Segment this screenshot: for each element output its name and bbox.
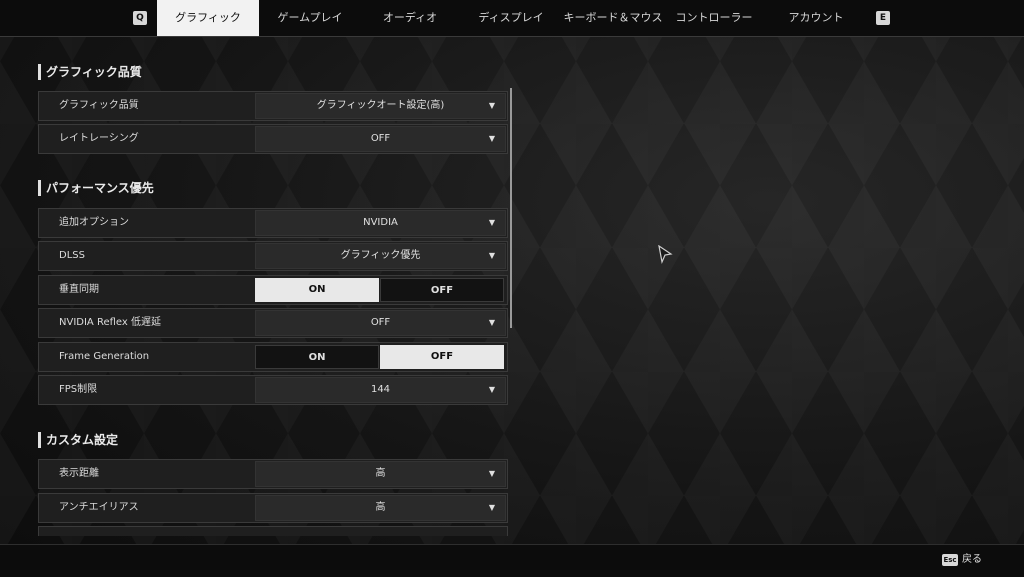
setting-label: FPS制限 bbox=[59, 384, 98, 395]
settings-scrollbar[interactable] bbox=[510, 88, 512, 328]
settings-panel: グラフィック品質 グラフィック品質 グラフィックオート設定(高) ▼ レイトレー… bbox=[28, 48, 514, 536]
setting-row-graphics-quality[interactable]: グラフィック品質 グラフィックオート設定(高) ▼ bbox=[38, 91, 508, 121]
extra-options-dropdown[interactable]: NVIDIA ▼ bbox=[255, 210, 506, 236]
next-tab-key-hint: E bbox=[876, 11, 890, 25]
esc-key-hint: Esc bbox=[942, 554, 958, 566]
tab-display[interactable]: ディスプレイ bbox=[463, 0, 559, 36]
setting-label: レイトレーシング bbox=[59, 133, 139, 144]
dropdown-value: NVIDIA bbox=[363, 217, 398, 228]
dropdown-value: 高 bbox=[375, 502, 386, 513]
mouse-cursor-icon bbox=[658, 245, 673, 265]
fps-limit-dropdown[interactable]: 144 ▼ bbox=[255, 377, 506, 403]
tab-controller[interactable]: コントローラー bbox=[666, 0, 762, 36]
top-tab-bar: Q グラフィック ゲームプレイ オーディオ ディスプレイ キーボード＆マウス コ… bbox=[0, 0, 1024, 37]
caret-down-icon: ▼ bbox=[488, 218, 495, 227]
setting-row-extra-options[interactable]: 追加オプション NVIDIA ▼ bbox=[38, 208, 508, 238]
setting-row-anti-aliasing[interactable]: アンチエイリアス 高 ▼ bbox=[38, 493, 508, 523]
anti-aliasing-dropdown[interactable]: 高 ▼ bbox=[255, 495, 506, 521]
setting-row-fps-limit[interactable]: FPS制限 144 ▼ bbox=[38, 375, 508, 405]
tab-audio[interactable]: オーディオ bbox=[362, 0, 458, 36]
dropdown-value: グラフィックオート設定(高) bbox=[316, 100, 445, 111]
bottom-bar bbox=[0, 544, 1024, 577]
vsync-off-button[interactable]: OFF bbox=[380, 278, 504, 302]
setting-row-frame-generation[interactable]: Frame Generation ON OFF bbox=[38, 342, 508, 372]
frame-generation-off-button[interactable]: OFF bbox=[380, 345, 504, 369]
prev-tab-key-hint: Q bbox=[133, 11, 147, 25]
draw-distance-dropdown[interactable]: 高 ▼ bbox=[255, 461, 506, 487]
setting-label: 表示距離 bbox=[59, 468, 99, 479]
dlss-dropdown[interactable]: グラフィック優先 ▼ bbox=[255, 243, 506, 269]
caret-down-icon: ▼ bbox=[488, 503, 495, 512]
caret-down-icon: ▼ bbox=[488, 101, 495, 110]
back-button[interactable]: 戻る bbox=[962, 552, 982, 568]
vsync-on-button[interactable]: ON bbox=[255, 278, 379, 302]
setting-label: Frame Generation bbox=[59, 351, 150, 362]
nvidia-reflex-dropdown[interactable]: OFF ▼ bbox=[255, 310, 506, 336]
ray-tracing-dropdown[interactable]: OFF ▼ bbox=[255, 126, 506, 152]
setting-label: DLSS bbox=[59, 250, 85, 261]
setting-row-ray-tracing[interactable]: レイトレーシング OFF ▼ bbox=[38, 124, 508, 154]
setting-row-vsync[interactable]: 垂直同期 ON OFF bbox=[38, 275, 508, 305]
tab-account[interactable]: アカウント bbox=[768, 0, 864, 36]
dropdown-value: OFF bbox=[370, 317, 391, 328]
caret-down-icon: ▼ bbox=[488, 251, 495, 260]
tab-graphics[interactable]: グラフィック bbox=[157, 0, 259, 36]
dropdown-value: 144 bbox=[370, 384, 391, 395]
setting-row-dlss[interactable]: DLSS グラフィック優先 ▼ bbox=[38, 241, 508, 271]
tab-gameplay[interactable]: ゲームプレイ bbox=[262, 0, 358, 36]
graphics-quality-dropdown[interactable]: グラフィックオート設定(高) ▼ bbox=[255, 93, 506, 119]
section-title-graphics-quality: グラフィック品質 bbox=[38, 64, 142, 80]
caret-down-icon: ▼ bbox=[488, 318, 495, 327]
setting-row-draw-distance[interactable]: 表示距離 高 ▼ bbox=[38, 459, 508, 489]
frame-generation-on-button[interactable]: ON bbox=[255, 345, 379, 369]
section-title-performance: パフォーマンス優先 bbox=[38, 180, 154, 196]
setting-row-partial[interactable] bbox=[38, 526, 508, 536]
setting-label: グラフィック品質 bbox=[59, 100, 139, 111]
caret-down-icon: ▼ bbox=[488, 134, 495, 143]
dropdown-value: グラフィック優先 bbox=[340, 250, 421, 261]
tab-keyboard-mouse[interactable]: キーボード＆マウス bbox=[562, 0, 664, 36]
caret-down-icon: ▼ bbox=[488, 469, 495, 478]
dropdown-value: OFF bbox=[370, 133, 391, 144]
caret-down-icon: ▼ bbox=[488, 385, 495, 394]
setting-label: NVIDIA Reflex 低遅延 bbox=[59, 317, 161, 328]
setting-label: アンチエイリアス bbox=[59, 502, 139, 513]
setting-row-nvidia-reflex[interactable]: NVIDIA Reflex 低遅延 OFF ▼ bbox=[38, 308, 508, 338]
dropdown-value: 高 bbox=[375, 468, 386, 479]
setting-label: 垂直同期 bbox=[59, 284, 99, 295]
setting-label: 追加オプション bbox=[59, 217, 129, 228]
section-title-custom: カスタム設定 bbox=[38, 432, 118, 448]
